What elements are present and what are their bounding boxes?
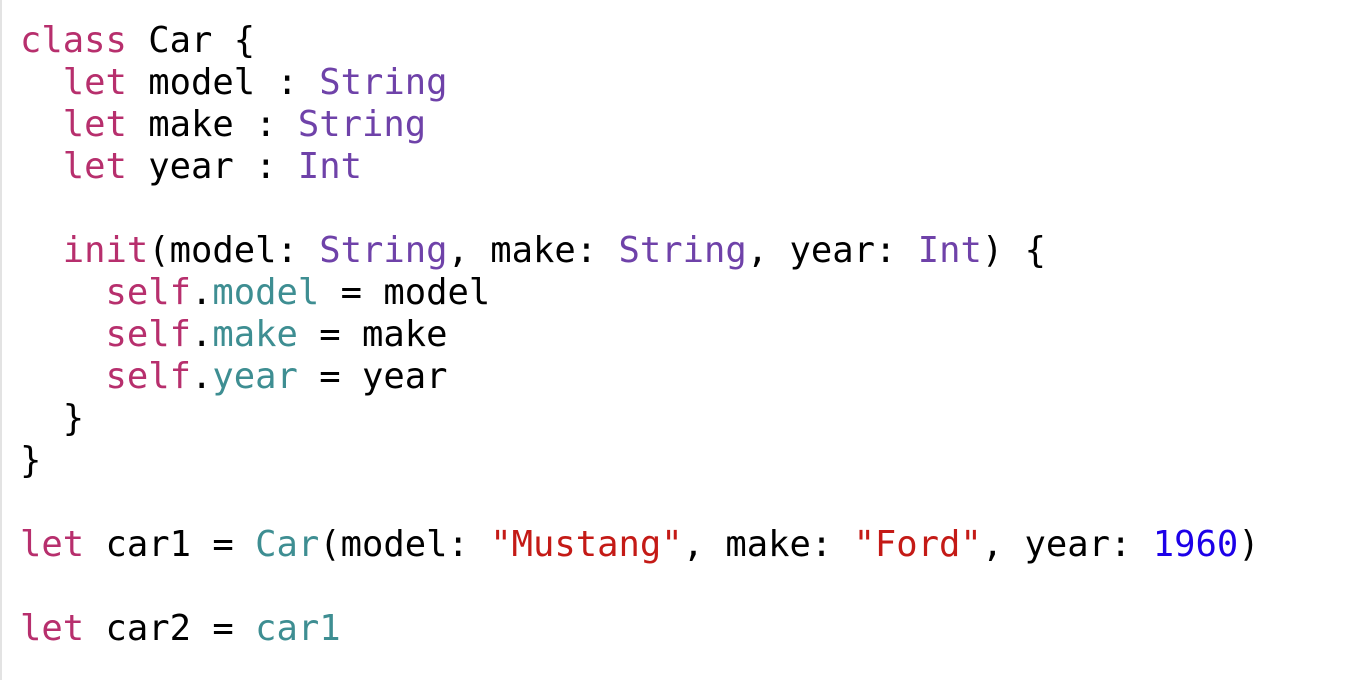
code-line: }: [20, 398, 1260, 440]
code-token-plain: }: [20, 398, 85, 439]
code-token-plain: make :: [126, 104, 298, 145]
code-token-str: "Ford": [853, 524, 982, 565]
source-code[interactable]: class Car { let model : String let make …: [20, 20, 1260, 650]
code-token-plain: , year:: [981, 524, 1153, 565]
code-token-plain: = model: [319, 272, 491, 313]
code-token-plain: year :: [126, 146, 298, 187]
code-token-kw: self: [105, 272, 192, 313]
code-token-prop: make: [212, 314, 298, 355]
code-token-kw: let: [20, 524, 85, 565]
code-line: ​: [20, 188, 1260, 230]
code-token-plain: (model:: [148, 230, 320, 271]
code-token-kw: let: [62, 104, 127, 145]
code-token-prop: car1: [255, 608, 341, 649]
code-token-plain: }: [20, 440, 42, 481]
code-token-type: String: [319, 230, 448, 271]
code-line: let year : Int: [20, 146, 1260, 188]
code-token-plain: .: [191, 314, 213, 355]
code-token-kw: let: [62, 146, 127, 187]
code-token-type: Int: [917, 230, 982, 271]
code-line: self.year = year: [20, 356, 1260, 398]
code-line: class Car {: [20, 20, 1260, 62]
code-token-plain: model :: [126, 62, 320, 103]
code-token-kw: class: [20, 20, 127, 61]
code-editor[interactable]: class Car { let model : String let make …: [0, 0, 1370, 680]
code-line: self.model = model: [20, 272, 1260, 314]
code-line: let car1 = Car(model: "Mustang", make: "…: [20, 524, 1260, 566]
code-token-plain: , make:: [682, 524, 854, 565]
code-token-plain: , make:: [447, 230, 619, 271]
code-token-type: String: [297, 104, 427, 145]
code-token-kw: self: [105, 314, 192, 355]
code-token-plain: car1 =: [84, 524, 256, 565]
code-line: self.make = make: [20, 314, 1260, 356]
code-token-prop: year: [212, 356, 298, 397]
code-token-plain: .: [191, 356, 213, 397]
code-token-str: "Mustang": [490, 524, 683, 565]
code-line: ​: [20, 482, 1260, 524]
code-token-plain: = year: [297, 356, 448, 397]
code-token-plain: Car {: [126, 20, 256, 61]
code-token-prop: Car: [255, 524, 320, 565]
code-line: ​: [20, 566, 1260, 608]
code-token-type: Int: [297, 146, 362, 187]
code-token-type: String: [618, 230, 747, 271]
code-line: let car2 = car1: [20, 608, 1260, 650]
code-line: let model : String: [20, 62, 1260, 104]
code-token-prop: model: [212, 272, 320, 313]
code-token-type: String: [319, 62, 448, 103]
code-token-num: 1960: [1152, 524, 1239, 565]
code-token-plain: (model:: [319, 524, 491, 565]
code-token-plain: = make: [297, 314, 448, 355]
code-token-kw: self: [105, 356, 192, 397]
code-line: let make : String: [20, 104, 1260, 146]
code-token-plain: car2 =: [84, 608, 256, 649]
code-token-plain: .: [191, 272, 213, 313]
code-line: init(model: String, make: String, year: …: [20, 230, 1260, 272]
code-token-kw: init: [62, 230, 149, 271]
code-token-kw: let: [20, 608, 85, 649]
code-token-plain: ): [1238, 524, 1260, 565]
code-token-plain: , year:: [746, 230, 918, 271]
code-token-plain: ) {: [981, 230, 1046, 271]
code-line: }: [20, 440, 1260, 482]
code-token-kw: let: [62, 62, 127, 103]
